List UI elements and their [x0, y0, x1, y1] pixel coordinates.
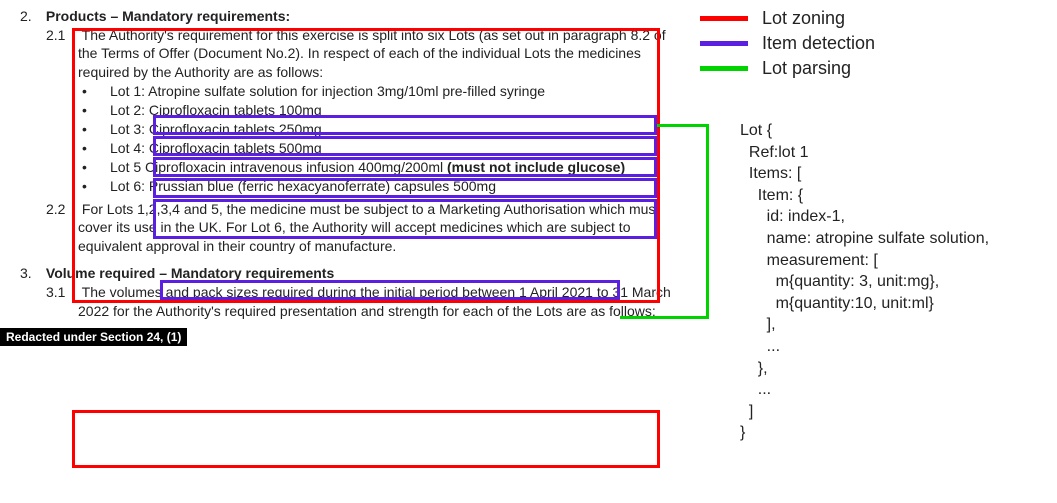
legend-row-green: Lot parsing: [700, 58, 875, 79]
bullet-icon: •: [82, 140, 87, 158]
para-2-1: 2.1 The Authority's requirement for this…: [78, 26, 680, 81]
parse-l11: ...: [740, 338, 780, 355]
para-2-2-num: 2.2: [46, 200, 78, 218]
parse-l4: Item: {: [740, 187, 803, 204]
parse-l6: name: atropine sulfate solution,: [740, 230, 989, 247]
lot-4-item: Ciprofloxacin tablets 500mg: [149, 140, 322, 156]
lot-3-item: Ciprofloxacin tablets 250mg: [149, 121, 322, 137]
para-3-1-text: The volumes and pack sizes required duri…: [78, 284, 671, 318]
bullet-icon: •: [82, 121, 87, 139]
parse-l9: m{quantity:10, unit:ml}: [740, 295, 934, 312]
legend-label-purple: Item detection: [762, 33, 875, 54]
legend: Lot zoning Item detection Lot parsing: [700, 8, 875, 83]
lot-5-label: Lot 5: [110, 159, 141, 175]
parse-l15: }: [740, 424, 745, 441]
legend-swatch-purple: [700, 41, 748, 46]
parse-l5: id: index-1,: [740, 208, 845, 225]
parse-l12: },: [740, 360, 768, 377]
parse-l8: m{quantity: 3, unit:mg},: [740, 273, 939, 290]
para-2-1-text: The Authority's requirement for this exe…: [78, 27, 666, 80]
section-3-num: 3.: [20, 265, 42, 281]
legend-row-red: Lot zoning: [700, 8, 875, 29]
bullet-icon: •: [82, 83, 87, 101]
lot-1-label: Lot 1:: [110, 83, 145, 99]
lot-4-label: Lot 4:: [110, 140, 145, 156]
section-3-title: Volume required – Mandatory requirements: [46, 265, 334, 281]
lot-row-6: • Lot 6: Prussian blue (ferric hexacyano…: [110, 178, 680, 196]
legend-row-purple: Item detection: [700, 33, 875, 54]
lot-list: • Lot 1: Atropine sulfate solution for i…: [110, 83, 680, 195]
section-2-title: Products – Mandatory requirements:: [46, 8, 290, 24]
bullet-icon: •: [82, 102, 87, 120]
parse-l10: ],: [740, 316, 776, 333]
para-2-2: 2.2 For Lots 1,2,3,4 and 5, the medicine…: [78, 200, 680, 255]
redacted-banner: Redacted under Section 24, (1): [0, 328, 187, 346]
parse-l3: Items: [: [740, 165, 801, 182]
lot-5-item: Ciprofloxacin intravenous infusion 400mg…: [145, 159, 625, 175]
section-3-heading: 3. Volume required – Mandatory requireme…: [20, 265, 680, 281]
parse-l13: ...: [740, 381, 771, 398]
lot-zoning-box-2: [72, 410, 660, 468]
bullet-icon: •: [82, 178, 87, 196]
lot-row-4: • Lot 4: Ciprofloxacin tablets 500mg: [110, 140, 680, 158]
lot-3-label: Lot 3:: [110, 121, 145, 137]
legend-label-green: Lot parsing: [762, 58, 851, 79]
lot-row-3: • Lot 3: Ciprofloxacin tablets 250mg: [110, 121, 680, 139]
parse-l2: Ref:lot 1: [740, 144, 808, 161]
lot-5-item-pre: Ciprofloxacin intravenous infusion 400mg…: [145, 159, 447, 175]
legend-swatch-green: [700, 66, 748, 71]
lot-row-2: • Lot 2: Ciprofloxacin tablets 100mg: [110, 102, 680, 120]
legend-swatch-red: [700, 16, 748, 21]
para-2-1-num: 2.1: [46, 26, 78, 44]
parse-l14: ]: [740, 403, 753, 420]
document-column: 2. Products – Mandatory requirements: 2.…: [20, 8, 680, 346]
section-2-num: 2.: [20, 8, 42, 24]
parse-l1: Lot {: [740, 122, 772, 139]
lot-5-item-bold: (must not include glucose): [447, 159, 625, 175]
lot-row-5: • Lot 5 Ciprofloxacin intravenous infusi…: [110, 159, 680, 177]
lot-parsing-connector-v: [706, 124, 709, 319]
lot-6-item: Prussian blue (ferric hexacyanoferrate) …: [149, 178, 496, 194]
section-2-heading: 2. Products – Mandatory requirements:: [20, 8, 680, 24]
lot-2-item: Ciprofloxacin tablets 100mg: [149, 102, 322, 118]
lot-1-item: Atropine sulfate solution for injection …: [148, 83, 545, 99]
para-3-1: 3.1 The volumes and pack sizes required …: [78, 283, 680, 320]
lot-6-label: Lot 6:: [110, 178, 145, 194]
parse-output: Lot { Ref:lot 1 Items: [ Item: { id: ind…: [740, 120, 989, 444]
bullet-icon: •: [82, 159, 87, 177]
lot-2-label: Lot 2:: [110, 102, 145, 118]
lot-row-1: • Lot 1: Atropine sulfate solution for i…: [110, 83, 680, 101]
legend-label-red: Lot zoning: [762, 8, 845, 29]
parse-l7: measurement: [: [740, 252, 878, 269]
para-3-1-num: 3.1: [46, 283, 78, 301]
para-2-2-text: For Lots 1,2,3,4 and 5, the medicine mus…: [78, 201, 659, 254]
